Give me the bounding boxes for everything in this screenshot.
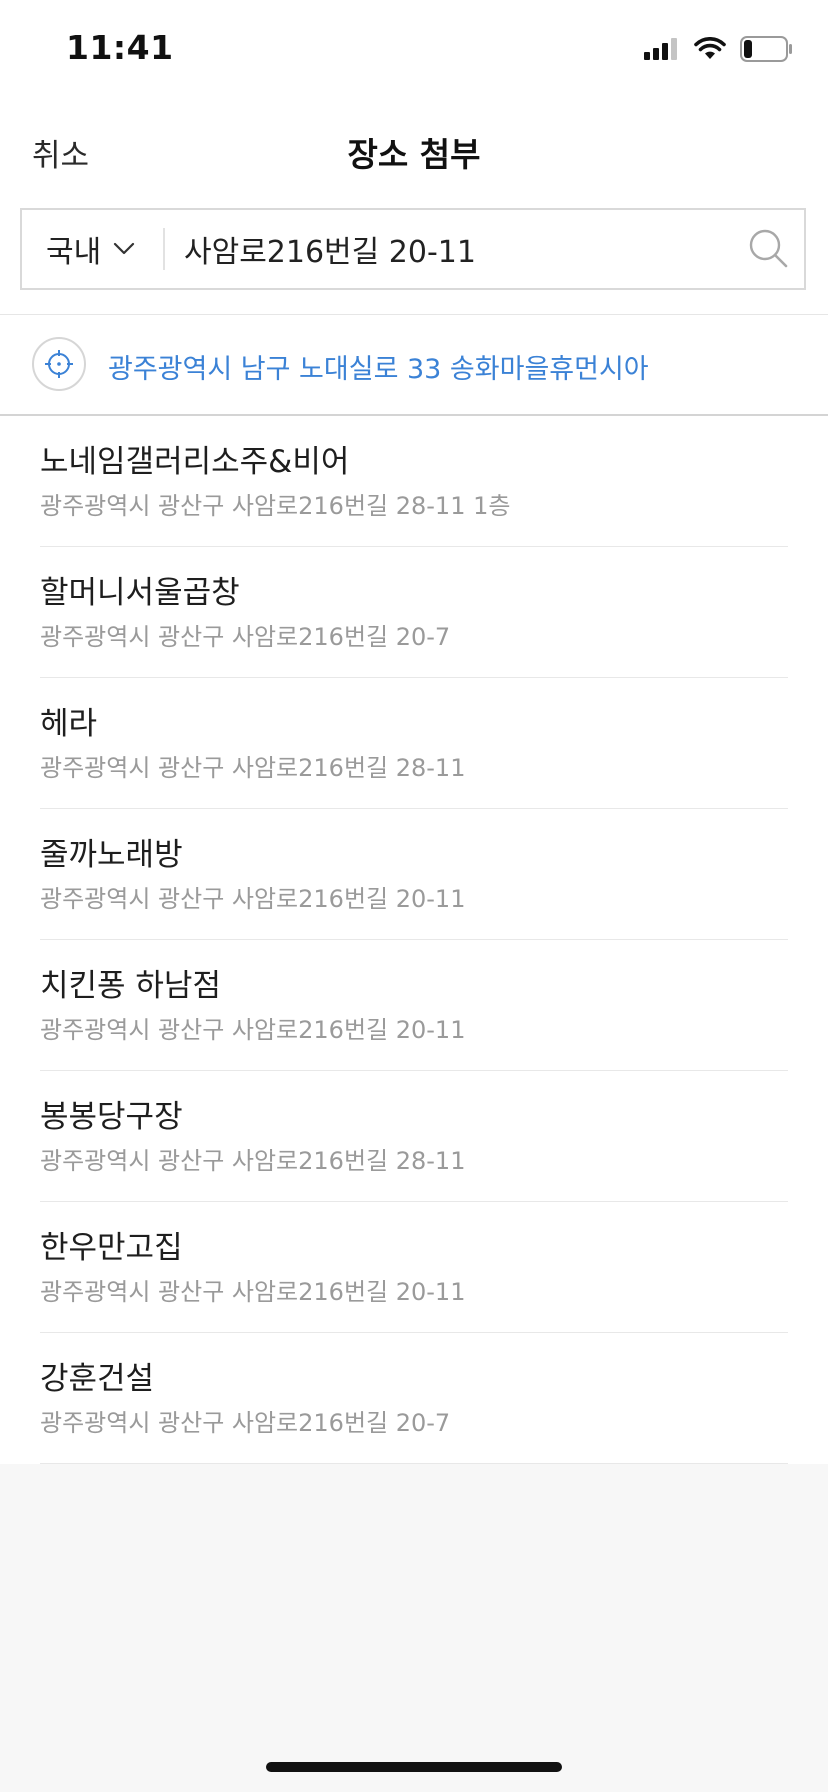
list-item[interactable]: 줄까노래방 광주광역시 광산구 사암로216번길 20-11	[0, 809, 828, 940]
search-divider	[163, 228, 165, 270]
place-address: 광주광역시 광산구 사암로216번길 28-11 1층	[40, 492, 511, 520]
place-attach-screen: 11:41 취소 장소 첨부 국내 사암로216번길 20-11 광주광역시 남…	[0, 0, 828, 1792]
list-item[interactable]: 강훈건설 광주광역시 광산구 사암로216번길 20-7	[0, 1333, 828, 1464]
place-name: 할머니서울곱창	[40, 575, 240, 611]
nav-header: 취소 장소 첨부	[0, 110, 828, 190]
place-results-list: 노네임갤러리소주&비어 광주광역시 광산구 사암로216번길 28-11 1층 …	[0, 416, 828, 1464]
crosshair-icon	[45, 350, 73, 378]
search-input[interactable]	[184, 222, 734, 276]
place-name: 헤라	[40, 706, 98, 742]
home-indicator	[266, 1762, 562, 1772]
list-item[interactable]: 치킨퐁 하남점 광주광역시 광산구 사암로216번길 20-11	[0, 940, 828, 1071]
place-address: 광주광역시 광산구 사암로216번길 20-11	[40, 885, 466, 913]
list-item[interactable]: 한우만고집 광주광역시 광산구 사암로216번길 20-11	[0, 1202, 828, 1333]
place-name: 강훈건설	[40, 1361, 155, 1397]
place-address: 광주광역시 광산구 사암로216번길 20-7	[40, 623, 451, 651]
place-name: 봉봉당구장	[40, 1099, 183, 1135]
cellular-signal-icon	[644, 38, 677, 60]
battery-icon	[740, 36, 792, 62]
place-address: 광주광역시 광산구 사암로216번길 20-7	[40, 1409, 451, 1437]
status-time: 11:41	[66, 28, 174, 67]
place-name: 치킨퐁 하남점	[40, 968, 221, 1004]
current-location-button[interactable]	[32, 337, 86, 391]
divider	[40, 1463, 788, 1464]
wifi-icon	[694, 37, 726, 59]
place-address: 광주광역시 광산구 사암로216번길 20-11	[40, 1278, 466, 1306]
place-name: 노네임갤러리소주&비어	[40, 444, 350, 480]
place-name: 줄까노래방	[40, 837, 183, 873]
place-address: 광주광역시 광산구 사암로216번길 28-11	[40, 1147, 466, 1175]
search-button[interactable]	[746, 226, 790, 270]
current-location-row[interactable]: 광주광역시 남구 노대실로 33 송화마을휴먼시아	[0, 315, 828, 415]
list-item[interactable]: 할머니서울곱창 광주광역시 광산구 사암로216번길 20-7	[0, 547, 828, 678]
region-dropdown[interactable]: 국내	[46, 210, 135, 288]
list-item[interactable]: 노네임갤러리소주&비어 광주광역시 광산구 사암로216번길 28-11 1층	[0, 416, 828, 547]
status-icons	[644, 36, 794, 62]
list-item[interactable]: 봉봉당구장 광주광역시 광산구 사암로216번길 28-11	[0, 1071, 828, 1202]
search-icon	[749, 229, 788, 268]
place-address: 광주광역시 광산구 사암로216번길 28-11	[40, 754, 466, 782]
place-address: 광주광역시 광산구 사암로216번길 20-11	[40, 1016, 466, 1044]
chevron-down-icon	[114, 242, 135, 255]
page-title: 장소 첨부	[347, 135, 481, 174]
search-bar: 국내	[20, 208, 806, 290]
list-item[interactable]: 헤라 광주광역시 광산구 사암로216번길 28-11	[0, 678, 828, 809]
current-location-address: 광주광역시 남구 노대실로 33 송화마을휴먼시아	[108, 354, 649, 385]
place-name: 한우만고집	[40, 1230, 183, 1266]
status-bar: 11:41	[0, 0, 828, 100]
region-label: 국내	[46, 235, 102, 270]
